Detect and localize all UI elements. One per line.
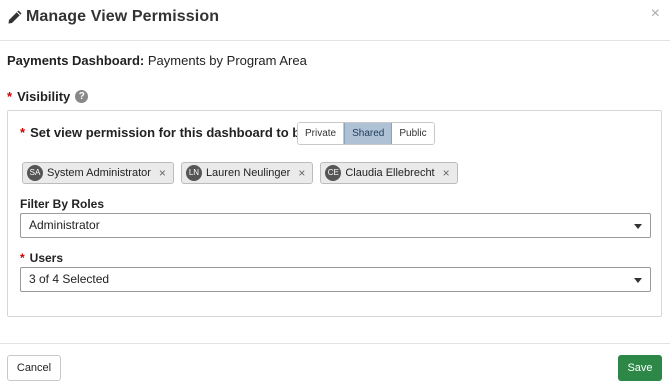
close-icon[interactable]: ×: [651, 5, 660, 23]
user-chip: LN Lauren Neulinger ×: [180, 162, 314, 184]
users-label: * Users: [20, 251, 63, 265]
modal-header: Manage View Permission ×: [0, 0, 670, 41]
avatar: CE: [325, 165, 342, 181]
dashboard-info: Payments Dashboard: Payments by Program …: [7, 53, 307, 68]
chevron-down-icon: [634, 278, 642, 283]
users-text: Users: [29, 251, 64, 265]
cancel-button[interactable]: Cancel: [7, 355, 61, 381]
public-option[interactable]: Public: [392, 123, 434, 144]
permission-toggle: Private Shared Public: [297, 122, 435, 145]
selected-users-chips: SA System Administrator × LN Lauren Neul…: [22, 162, 458, 184]
save-button[interactable]: Save: [618, 355, 662, 381]
visibility-panel: * Set view permission for this dashboard…: [7, 110, 662, 317]
required-marker: *: [7, 89, 13, 104]
dashboard-label: Payments Dashboard:: [7, 53, 145, 68]
required-marker: *: [20, 125, 26, 140]
avatar: SA: [27, 165, 43, 181]
shared-option[interactable]: Shared: [344, 123, 393, 144]
chevron-down-icon: [634, 224, 642, 229]
private-option[interactable]: Private: [298, 123, 345, 144]
help-icon[interactable]: ?: [75, 90, 89, 103]
dashboard-value: Payments by Program Area: [147, 53, 307, 68]
filter-roles-select[interactable]: Administrator: [20, 213, 651, 238]
avatar: LN: [185, 165, 202, 181]
user-chip: CE Claudia Ellebrecht ×: [320, 162, 458, 184]
modal-title: Manage View Permission: [26, 8, 220, 25]
permission-label: * Set view permission for this dashboard…: [20, 125, 312, 140]
user-chip-name: Lauren Neulinger: [205, 167, 291, 179]
users-value: 3 of 4 Selected: [29, 272, 110, 286]
required-marker: *: [20, 251, 25, 265]
users-select[interactable]: 3 of 4 Selected: [20, 267, 651, 292]
visibility-label: * Visibility ?: [7, 89, 89, 104]
permission-text: Set view permission for this dashboard t…: [30, 125, 312, 140]
user-chip-name: Claudia Ellebrecht: [345, 167, 435, 179]
remove-icon[interactable]: ×: [159, 166, 166, 180]
pencil-icon: [8, 10, 22, 24]
footer-divider: [0, 343, 670, 344]
visibility-text: Visibility: [17, 89, 71, 104]
remove-icon[interactable]: ×: [443, 166, 450, 180]
user-chip: SA System Administrator ×: [22, 162, 174, 184]
user-chip-name: System Administrator: [47, 167, 151, 179]
filter-roles-label: Filter By Roles: [20, 197, 105, 211]
remove-icon[interactable]: ×: [298, 166, 305, 180]
filter-roles-value: Administrator: [29, 218, 100, 232]
